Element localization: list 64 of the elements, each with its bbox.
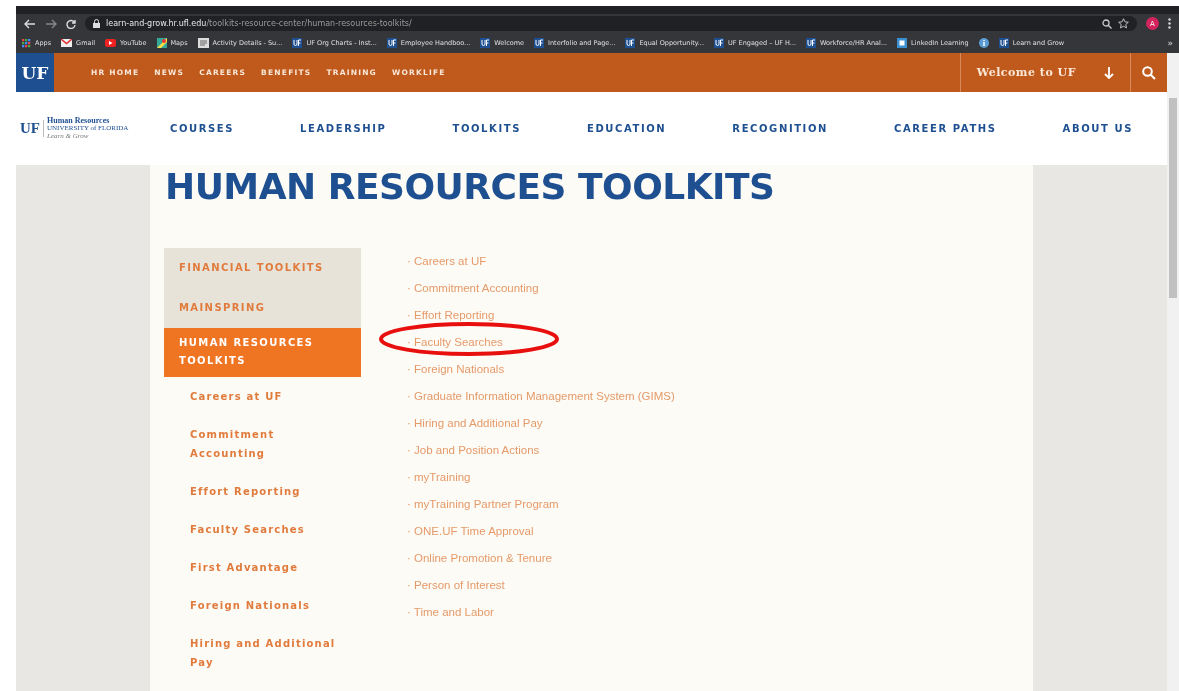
sidebar-section[interactable]: FINANCIAL TOOLKITS: [164, 248, 361, 288]
url-path: /toolkits-resource-center/human-resources-toolkits/: [206, 19, 412, 28]
toolkit-link[interactable]: · Faculty Searches: [407, 336, 503, 348]
sidebar-link[interactable]: Careers at UF: [190, 385, 340, 423]
sidebar-section[interactable]: MAINSPRING: [164, 288, 361, 328]
square-logo-icon: [534, 38, 545, 48]
info-icon: [978, 38, 989, 48]
square-logo-icon: [806, 38, 817, 48]
map-icon: [156, 38, 167, 48]
nav-link[interactable]: RECOGNITION: [732, 123, 828, 134]
scroll-thumb[interactable]: [1169, 98, 1177, 298]
nav-link[interactable]: ABOUT US: [1062, 123, 1133, 134]
zoom-icon[interactable]: [1102, 18, 1112, 29]
menu-icon[interactable]: [1168, 18, 1171, 29]
scrollbar[interactable]: [1167, 53, 1179, 691]
square-icon: [897, 38, 908, 48]
toolkit-link[interactable]: · Online Promotion & Tenure: [407, 552, 552, 564]
bookmark[interactable]: [978, 38, 989, 48]
toolkit-link[interactable]: · Person of Interest: [407, 579, 505, 591]
toolkit-link[interactable]: · Hiring and Additional Pay: [407, 417, 543, 429]
page-title: HUMAN RESOURCES TOOLKITS: [165, 169, 776, 205]
nav-link[interactable]: LEADERSHIP: [300, 123, 387, 134]
star-icon[interactable]: [1118, 18, 1129, 29]
reload-icon[interactable]: [66, 18, 76, 29]
square-logo-icon: [480, 38, 491, 48]
sidebar-link[interactable]: Commitment Accounting: [190, 423, 340, 480]
envelope-icon: [61, 39, 73, 47]
sidebar-link[interactable]: Foreign Nationals: [190, 594, 340, 632]
grid-icon: [22, 38, 31, 48]
nav-link[interactable]: EDUCATION: [586, 123, 667, 134]
sidebar-link[interactable]: Faculty Searches: [190, 518, 340, 556]
toolkit-link[interactable]: · Time and Labor: [407, 606, 494, 618]
square-logo-icon: [625, 38, 636, 48]
toolkit-link[interactable]: · ONE.UF Time Approval: [407, 525, 534, 537]
toolkit-link[interactable]: · Commitment Accounting: [407, 282, 539, 294]
toolkit-link[interactable]: · Careers at UF: [407, 255, 487, 267]
nav-link[interactable]: COURSES: [170, 123, 235, 134]
more-bookmarks[interactable]: »: [1167, 38, 1173, 48]
play-icon: [105, 39, 117, 47]
document-icon: [197, 38, 209, 48]
sidebar-section[interactable]: HUMAN RESOURCES TOOLKITS: [164, 328, 361, 377]
down-arrow-icon: [1104, 66, 1114, 79]
toolkit-link[interactable]: · Effort Reporting: [407, 309, 495, 321]
search-icon: [1142, 65, 1156, 80]
toolkit-link[interactable]: · Job and Position Actions: [407, 444, 540, 456]
square-logo-icon: [713, 38, 724, 48]
toolkit-link[interactable]: · myTraining Partner Program: [407, 498, 559, 510]
address-bar[interactable]: learn-and-grow.hr.ufl.edu/toolkits-resource-center/human-resources-toolkits/: [85, 16, 1137, 31]
square-logo-icon: [386, 38, 397, 48]
nav-link[interactable]: CAREER PATHS: [894, 123, 997, 134]
toolkit-link[interactable]: · myTraining: [407, 471, 471, 483]
sidebar-link[interactable]: Effort Reporting: [190, 480, 340, 518]
square-logo-icon: [998, 38, 1009, 48]
square-logo-icon: [292, 38, 303, 48]
toolkit-link[interactable]: · Graduate Information Management System (GIMS): [407, 390, 675, 402]
forward-icon[interactable]: [45, 18, 57, 29]
uf-logo[interactable]: UF: [16, 53, 54, 92]
sidebar-link[interactable]: Hiring and Additional Pay: [190, 632, 340, 689]
url-host: learn-and-grow.hr.ufl.edu: [106, 19, 207, 28]
sidebar-link[interactable]: First Advantage: [190, 556, 340, 594]
toolkit-link[interactable]: · Foreign Nationals: [407, 363, 505, 375]
lock-icon: [93, 19, 100, 28]
back-icon[interactable]: [24, 18, 36, 29]
nav-link[interactable]: TOOLKITS: [452, 123, 521, 134]
